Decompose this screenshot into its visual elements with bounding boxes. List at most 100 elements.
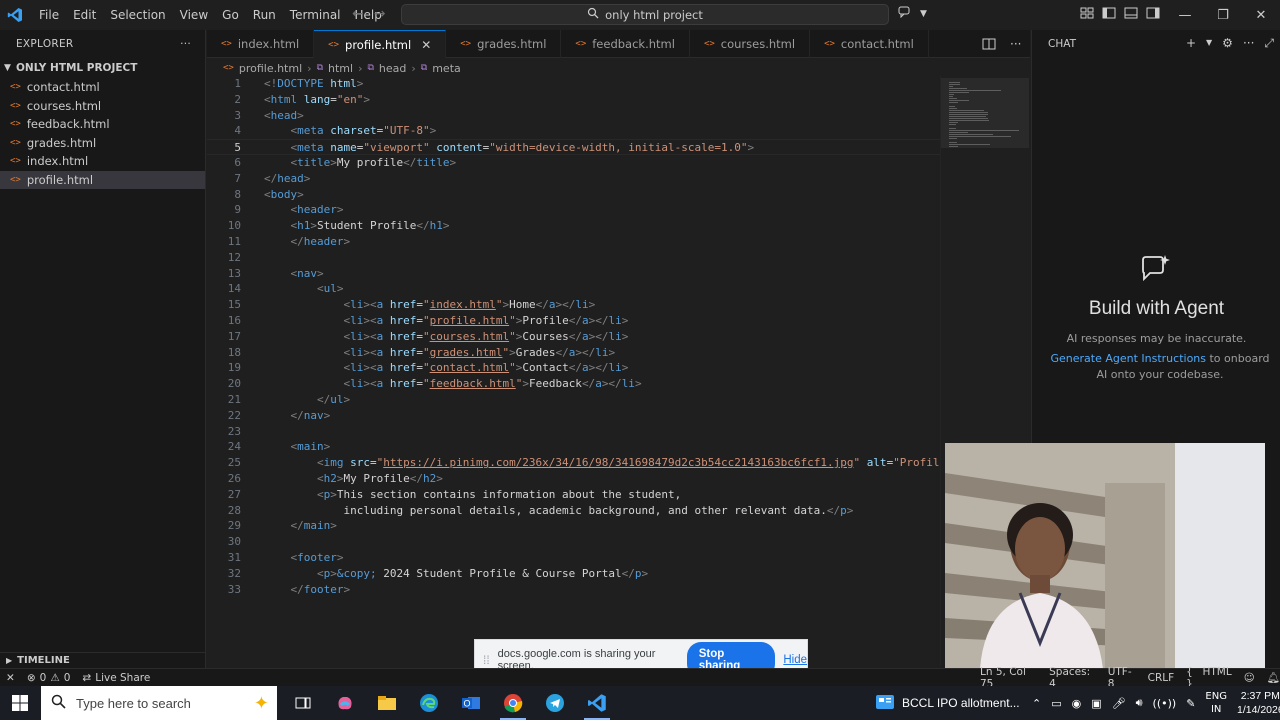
split-editor-icon[interactable] [982, 37, 996, 54]
code-line[interactable]: 25 <img src="https://i.pinimg.com/236x/3… [207, 455, 940, 471]
task-view-icon[interactable] [282, 686, 324, 720]
code-token[interactable]: index.html [430, 298, 496, 311]
code-line[interactable]: 29 </main> [207, 518, 940, 534]
code-line[interactable]: 20 <li><a href="feedback.html">Feedback<… [207, 376, 940, 392]
close-icon[interactable]: ✕ [1242, 0, 1280, 30]
code-line[interactable]: 22 </nav> [207, 408, 940, 424]
command-center-search[interactable]: only html project [401, 4, 889, 25]
battery-icon[interactable]: ▭ [1051, 697, 1061, 710]
menu-view[interactable]: View [173, 0, 215, 30]
tab-profile[interactable]: <> profile.html ✕ [314, 30, 447, 58]
menu-selection[interactable]: Selection [103, 0, 172, 30]
code-token[interactable]: https://i.pinimg.com/236x/34/16/98/34169… [383, 456, 853, 469]
code-line[interactable]: 7 </head> [207, 171, 940, 187]
code-line[interactable]: 23 [207, 424, 940, 440]
minimap-slider[interactable] [941, 78, 1029, 148]
code-line[interactable]: 5 <meta name="viewport" content="width=d… [207, 139, 940, 156]
edge-browser-icon[interactable] [408, 686, 450, 720]
code-line[interactable]: 18 <li><a href="grades.html">Grades</a><… [207, 345, 940, 361]
chevron-down-icon[interactable]: ▼ [920, 6, 927, 22]
code-line[interactable]: 19 <li><a href="contact.html">Contact</a… [207, 360, 940, 376]
code-line[interactable]: 11 </header> [207, 234, 940, 250]
toggle-panel-icon[interactable] [1124, 6, 1138, 23]
code-line[interactable]: 3 <head> [207, 108, 940, 124]
code-line[interactable]: 33 </footer> [207, 582, 940, 598]
code-line[interactable]: 16 <li><a href="profile.html">Profile</a… [207, 313, 940, 329]
code-line[interactable]: 21 </ul> [207, 392, 940, 408]
code-token[interactable]: profile.html [430, 314, 509, 327]
remote-icon[interactable]: ✕ [6, 672, 15, 684]
menu-edit[interactable]: Edit [66, 0, 103, 30]
menu-go[interactable]: Go [215, 0, 246, 30]
file-item[interactable]: <> courses.html [0, 97, 205, 116]
code-line[interactable]: 27 <p>This section contains information … [207, 487, 940, 503]
tab-contact[interactable]: <> contact.html [810, 30, 929, 58]
pen-icon[interactable]: ✎ [1186, 697, 1195, 710]
wifi-icon[interactable]: ((•)) [1153, 697, 1177, 710]
volume-icon[interactable]: 🔊︎ [1136, 696, 1143, 710]
vscode-app-icon[interactable] [576, 686, 618, 720]
breadcrumb-item[interactable]: meta [432, 62, 461, 75]
tab-grades[interactable]: <> grades.html [446, 30, 562, 58]
timeline-section[interactable]: ▶ TIMELINE [0, 652, 206, 668]
taskbar-search[interactable]: Type here to search ✦ [41, 686, 277, 720]
live-share-button[interactable]: ⇄ Live Share [82, 672, 150, 684]
code-line[interactable]: 13 <nav> [207, 266, 940, 282]
input-language[interactable]: ENG IN [1205, 690, 1227, 716]
copilot-app-icon[interactable] [324, 686, 366, 720]
code-line[interactable]: 9 <header> [207, 202, 940, 218]
restore-icon[interactable]: ❐ [1204, 0, 1242, 30]
close-tab-icon[interactable]: ✕ [421, 38, 431, 52]
code-token[interactable]: courses.html [430, 330, 509, 343]
back-arrow-icon[interactable]: ← [352, 6, 364, 22]
code-token[interactable]: grades.html [430, 346, 503, 359]
file-item[interactable]: <> grades.html [0, 134, 205, 153]
settings-icon[interactable]: ⚙ [1222, 36, 1233, 51]
code-line[interactable]: 14 <ul> [207, 281, 940, 297]
code-line[interactable]: 10 <h1>Student Profile</h1> [207, 218, 940, 234]
toggle-sidebar-icon[interactable] [1102, 6, 1116, 23]
file-item[interactable]: <> feedback.html [0, 115, 205, 134]
breadcrumb-item[interactable]: html [328, 62, 353, 75]
code-token[interactable]: feedback.html [430, 377, 516, 390]
notifications-bell-icon[interactable]: 🔔︎ [1267, 671, 1280, 684]
code-line[interactable]: 1 <!DOCTYPE html> [207, 76, 940, 92]
code-line[interactable]: 12 [207, 250, 940, 266]
file-item[interactable]: <> index.html [0, 152, 205, 171]
copilot-status-icon[interactable]: ☺ [1244, 672, 1255, 684]
drag-handle-icon[interactable]: ⁞⁞ [483, 653, 490, 667]
menu-terminal[interactable]: Terminal [283, 0, 348, 30]
new-chat-icon[interactable]: + [1186, 36, 1196, 51]
code-line[interactable]: 31 <footer> [207, 550, 940, 566]
start-button[interactable] [0, 686, 40, 720]
forward-arrow-icon[interactable]: → [374, 6, 386, 22]
line-ending[interactable]: CRLF [1148, 672, 1175, 684]
more-actions-icon[interactable]: ··· [1010, 37, 1021, 54]
more-actions-icon[interactable]: ··· [180, 38, 191, 50]
code-line[interactable]: 28 including personal details, academic … [207, 503, 940, 519]
news-widget[interactable]: BCCL IPO allotment... [876, 686, 1020, 720]
file-explorer-icon[interactable] [366, 686, 408, 720]
layout-customize-icon[interactable] [1080, 6, 1094, 23]
tab-courses[interactable]: <> courses.html [690, 30, 811, 58]
problems-indicator[interactable]: ⊗ 0 ⚠ 0 [27, 672, 71, 684]
code-editor[interactable]: 1 <!DOCTYPE html> 2 <html lang="en"> 3 <head>… [207, 76, 940, 666]
outlook-icon[interactable]: O [450, 686, 492, 720]
copilot-chat-icon[interactable] [898, 6, 912, 22]
project-folder[interactable]: ▼ ONLY HTML PROJECT [0, 58, 205, 78]
hide-button[interactable]: Hide [783, 654, 807, 666]
code-line[interactable]: 17 <li><a href="courses.html">Courses</a… [207, 329, 940, 345]
code-line[interactable]: 30 [207, 534, 940, 550]
clock[interactable]: 2:37 PM 1/14/2026 [1237, 689, 1280, 717]
maximize-icon[interactable]: ⤢ [1264, 36, 1274, 51]
code-line[interactable]: 24 <main> [207, 439, 940, 455]
minimize-icon[interactable]: — [1166, 0, 1204, 30]
menu-run[interactable]: Run [246, 0, 283, 30]
chrome-browser-icon[interactable] [492, 686, 534, 720]
camera-icon[interactable]: ◉ [1072, 697, 1082, 710]
tab-feedback[interactable]: <> feedback.html [561, 30, 690, 58]
menu-file[interactable]: File [32, 0, 66, 30]
code-line[interactable]: 6 <title>My profile</title> [207, 155, 940, 171]
code-line[interactable]: 26 <h2>My Profile</h2> [207, 471, 940, 487]
microphone-icon[interactable]: 🎤︎ [1112, 697, 1126, 710]
